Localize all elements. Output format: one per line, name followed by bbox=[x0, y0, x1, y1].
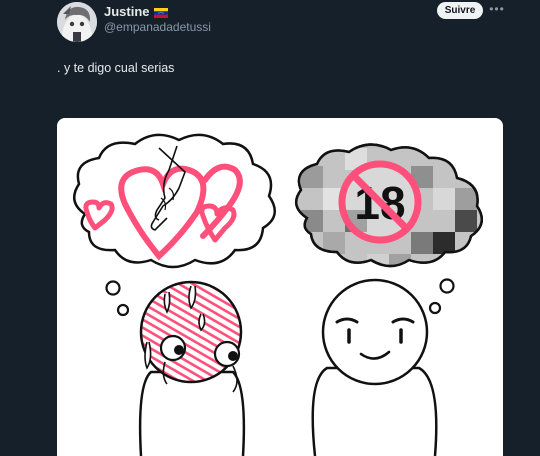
avatar[interactable] bbox=[57, 2, 97, 42]
display-name[interactable]: Justine bbox=[104, 4, 150, 19]
anime-avatar-icon bbox=[57, 2, 97, 42]
tweet-text: . y te digo cual serias bbox=[57, 61, 175, 75]
author-name-row[interactable]: Justine bbox=[104, 4, 168, 19]
smug-character bbox=[311, 278, 438, 456]
user-handle[interactable]: @empanadadetussi bbox=[104, 20, 211, 34]
tweet-card: Justine @empanadadetussi Suivre ••• . y … bbox=[0, 0, 540, 456]
meme-illustration: 18 bbox=[72, 133, 484, 456]
more-dots-icon[interactable]: ••• bbox=[489, 2, 505, 18]
tweet-image[interactable]: 18 bbox=[57, 118, 503, 456]
follow-button[interactable]: Suivre bbox=[437, 2, 483, 19]
love-thought-cloud bbox=[72, 133, 276, 269]
flustered-character bbox=[138, 280, 246, 456]
no-under-18-icon: 18 bbox=[338, 160, 422, 244]
venezuela-flag-icon bbox=[153, 7, 168, 18]
